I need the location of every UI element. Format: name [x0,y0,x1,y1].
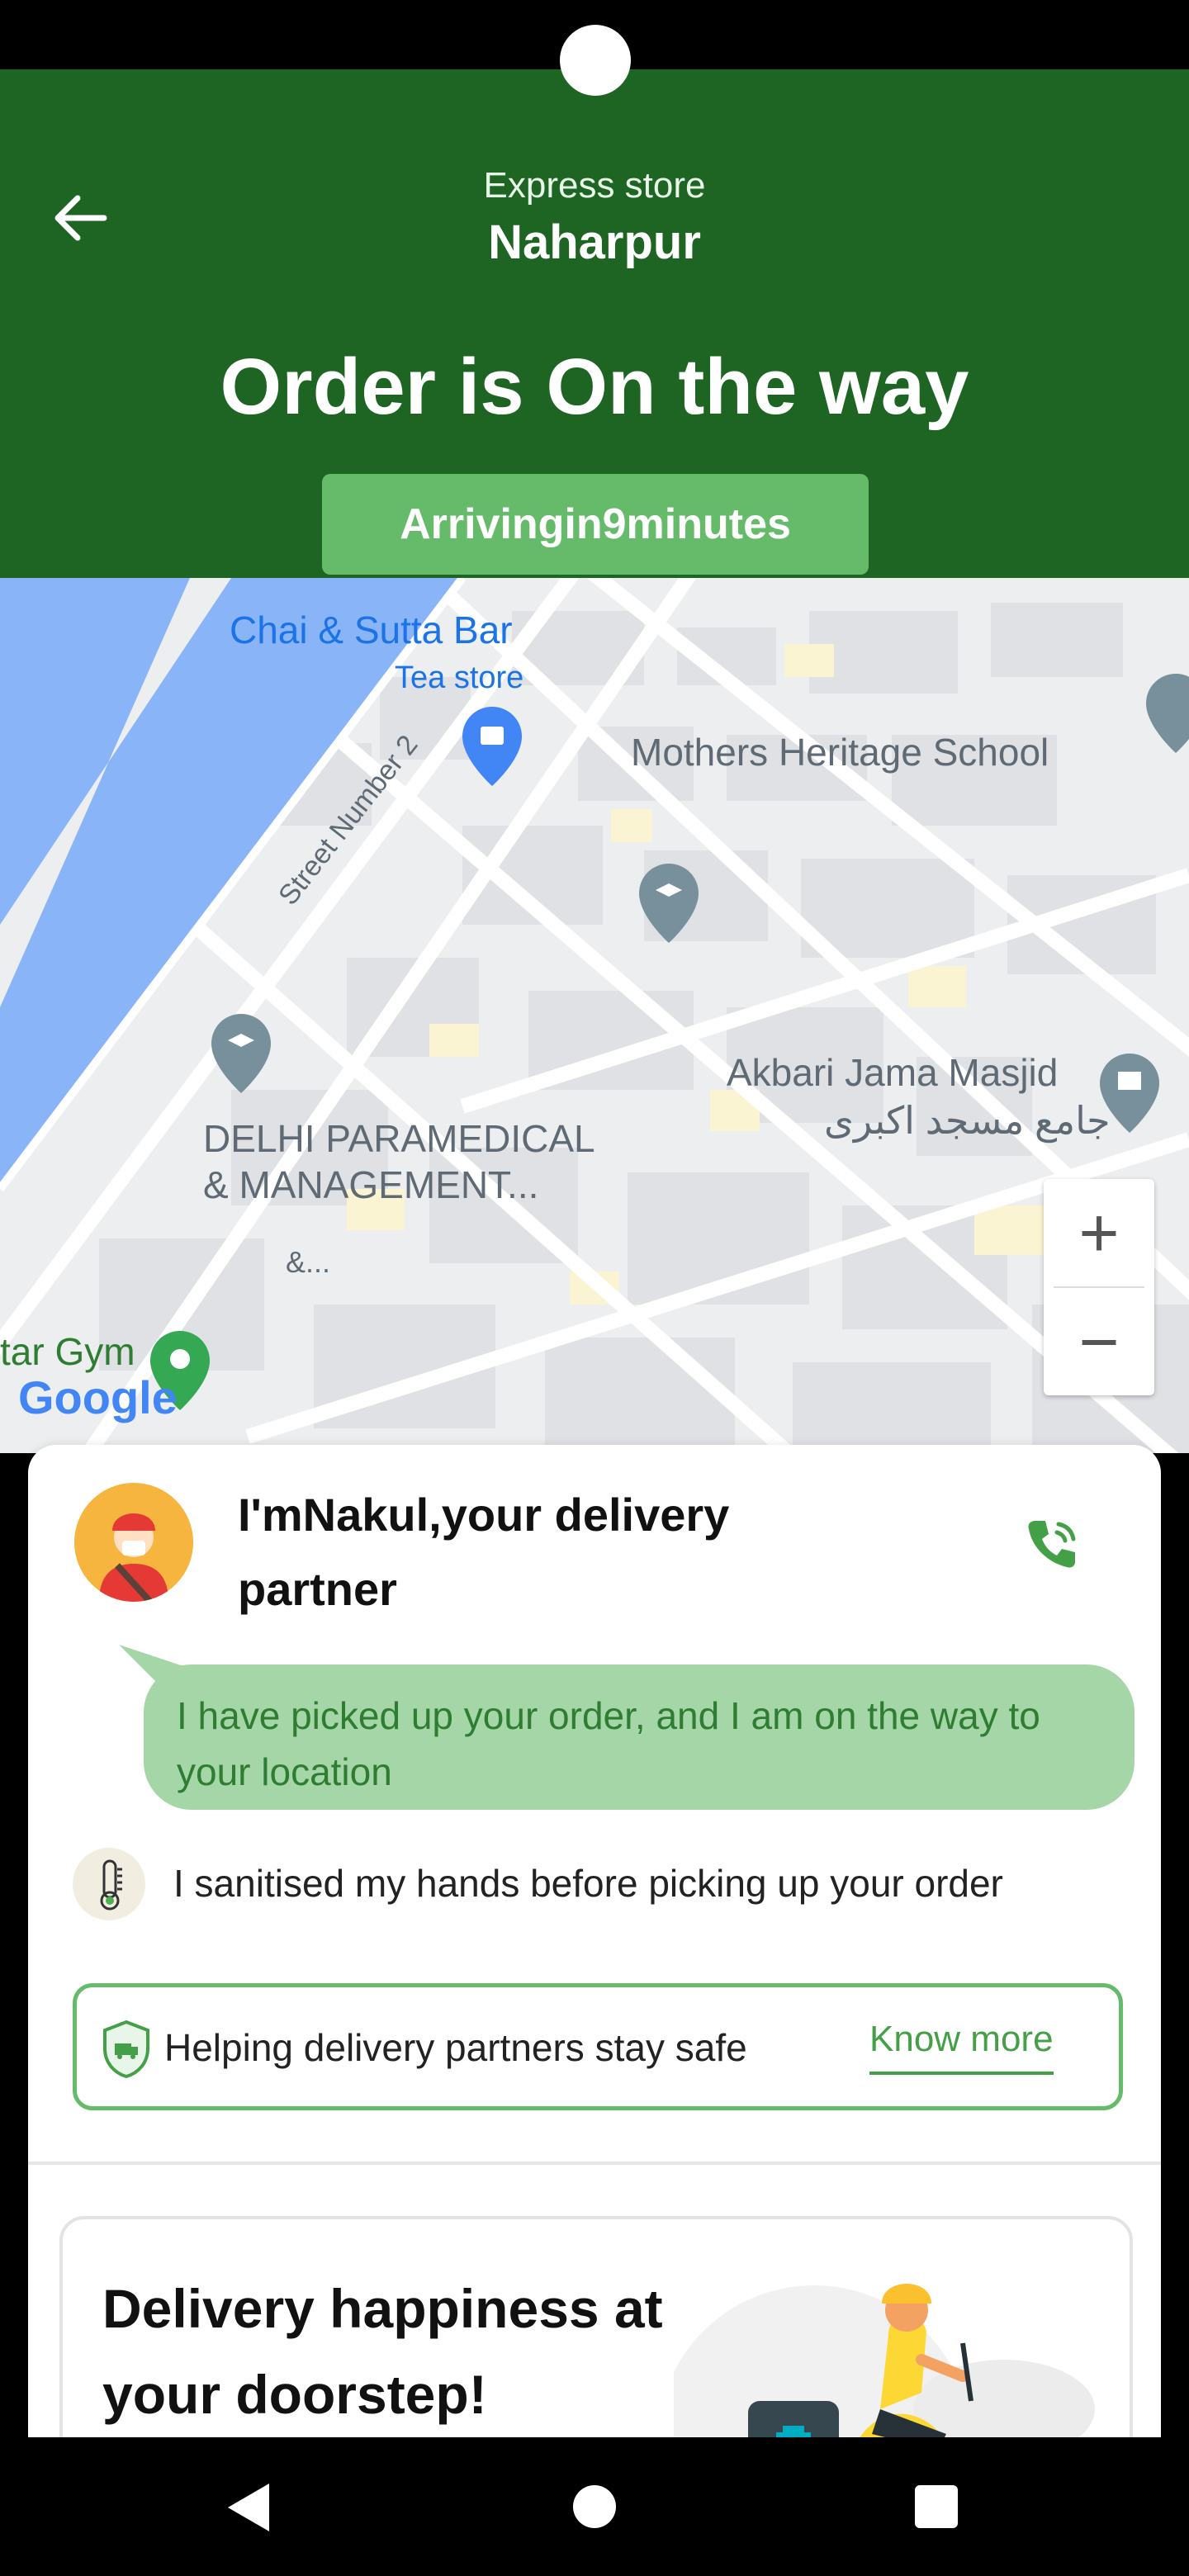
zoom-in-button[interactable]: + [1044,1179,1154,1286]
delivery-partner-sheet: I'mNakul,your delivery partner I have pi… [28,1445,1161,2546]
nav-recents-icon[interactable] [915,2485,958,2528]
order-header: Express store Naharpur Order is On the w… [0,69,1189,578]
eta-badge: Arrivingin9minutes [322,474,869,575]
system-nav-bar [0,2437,1189,2576]
nav-back-icon[interactable] [223,2479,281,2536]
map-label-mosque-local: جامع مسجد اکبری [824,1099,1111,1142]
section-divider [28,2162,1161,2165]
map-label-institute-1: DELHI PARAMEDICAL [203,1117,595,1160]
map-label-school: Mothers Heritage School [631,731,1049,774]
map-label-cafe-type: Tea store [395,661,524,695]
shield-truck-icon [100,2019,153,2080]
safety-text: Helping delivery partners stay safe [164,2026,747,2069]
store-subtitle: Express store [483,165,706,206]
camera-cutout [560,25,631,96]
map-label-institute-2: & MANAGEMENT... [203,1163,539,1206]
thermometer-icon [73,1848,145,1920]
partner-message: I have picked up your order, and I am on… [144,1664,1135,1810]
partner-intro: I'mNakul,your delivery partner [238,1489,730,1615]
map-roads [0,578,1189,1453]
map-label-cafe: Chai & Sutta Bar [230,608,513,651]
partner-avatar [74,1483,193,1602]
map-label-mosque: Akbari Jama Masjid [727,1051,1059,1094]
delivery-map[interactable]: Chai & Sutta Bar Tea store Mothers Herit… [0,578,1189,1453]
nav-home-icon[interactable] [573,2485,616,2528]
order-status-title: Order is On the way [220,343,969,431]
google-logo: Google [18,1371,178,1423]
know-more-link[interactable]: Know more [869,2019,1054,2075]
map-label-institute-3: &... [286,1245,331,1279]
zoom-out-button[interactable]: − [1044,1288,1154,1395]
store-name: Naharpur [488,215,701,269]
hygiene-note: I sanitised my hands before picking up y… [173,1862,1003,1905]
map-zoom-controls: + − [1044,1179,1154,1395]
promo-title: Delivery happiness at your doorstep! [102,2278,663,2425]
phone-call-icon[interactable] [1019,1511,1085,1577]
map-label-gym: tar Gym [0,1330,135,1373]
safety-banner: Helping delivery partners stay safe Know… [73,1983,1123,2110]
